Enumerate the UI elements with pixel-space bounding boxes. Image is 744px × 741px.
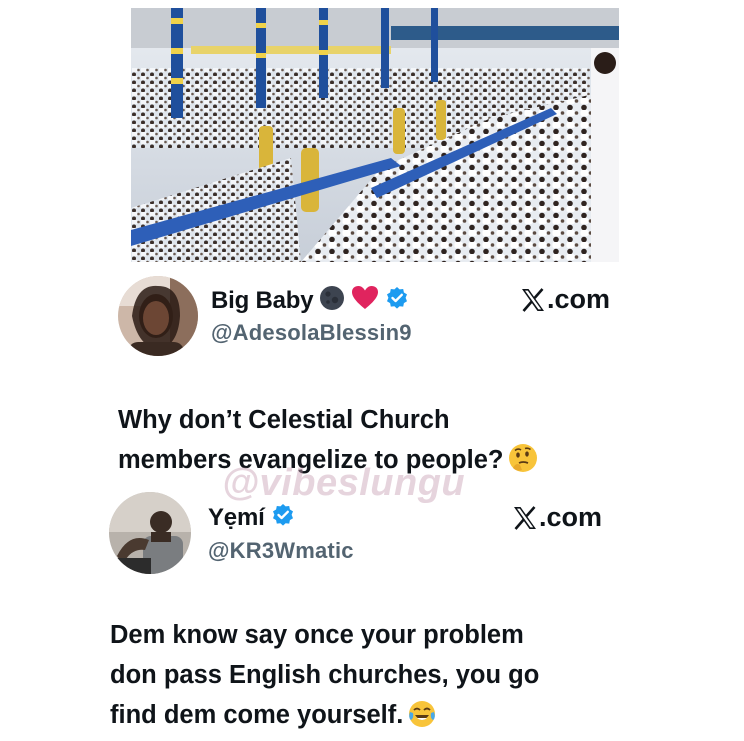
tweet-line: members evangelize to people? [118,446,504,474]
verified-badge-icon [385,286,409,315]
avatar[interactable] [118,276,198,356]
tweet-line: Why don’t Celestial Church [118,406,450,434]
tweet-line: Dem know say once your problem [110,621,524,649]
tweet-line: don pass English churches, you go [110,661,540,689]
tweet-text: Dem know say once your problem don pass … [110,615,670,741]
source-label: .com [520,284,610,315]
x-logo-icon [520,287,546,313]
red-heart-emoji-icon [351,285,379,316]
author-name-row: Yẹmí [208,503,295,532]
tears-of-joy-emoji-icon [407,699,437,741]
thinking-face-emoji-icon [507,442,539,486]
source-label: .com [512,502,602,533]
author-handle[interactable]: @KR3Wmatic [208,538,354,564]
church-crowd-photo [131,8,619,262]
author-name[interactable]: Yẹmí [208,504,265,532]
tweet-line-with-emoji: members evangelize to people? [118,440,678,486]
author-name[interactable]: Big Baby [211,287,314,315]
author-name-row: Big Baby [211,285,409,316]
source-text: .com [539,502,603,532]
tweet-line-with-emoji: find dem come yourself. [110,695,670,741]
tweet-line: find dem come yourself. [110,701,404,729]
tweet-text: Why don’t Celestial Church members evang… [118,400,678,486]
avatar[interactable] [109,492,191,574]
source-text: .com [547,284,611,314]
verified-badge-icon [271,503,295,532]
author-handle[interactable]: @AdesolaBlessin9 [211,320,412,346]
x-logo-icon [512,505,538,531]
dark-moon-emoji-icon [319,285,345,316]
